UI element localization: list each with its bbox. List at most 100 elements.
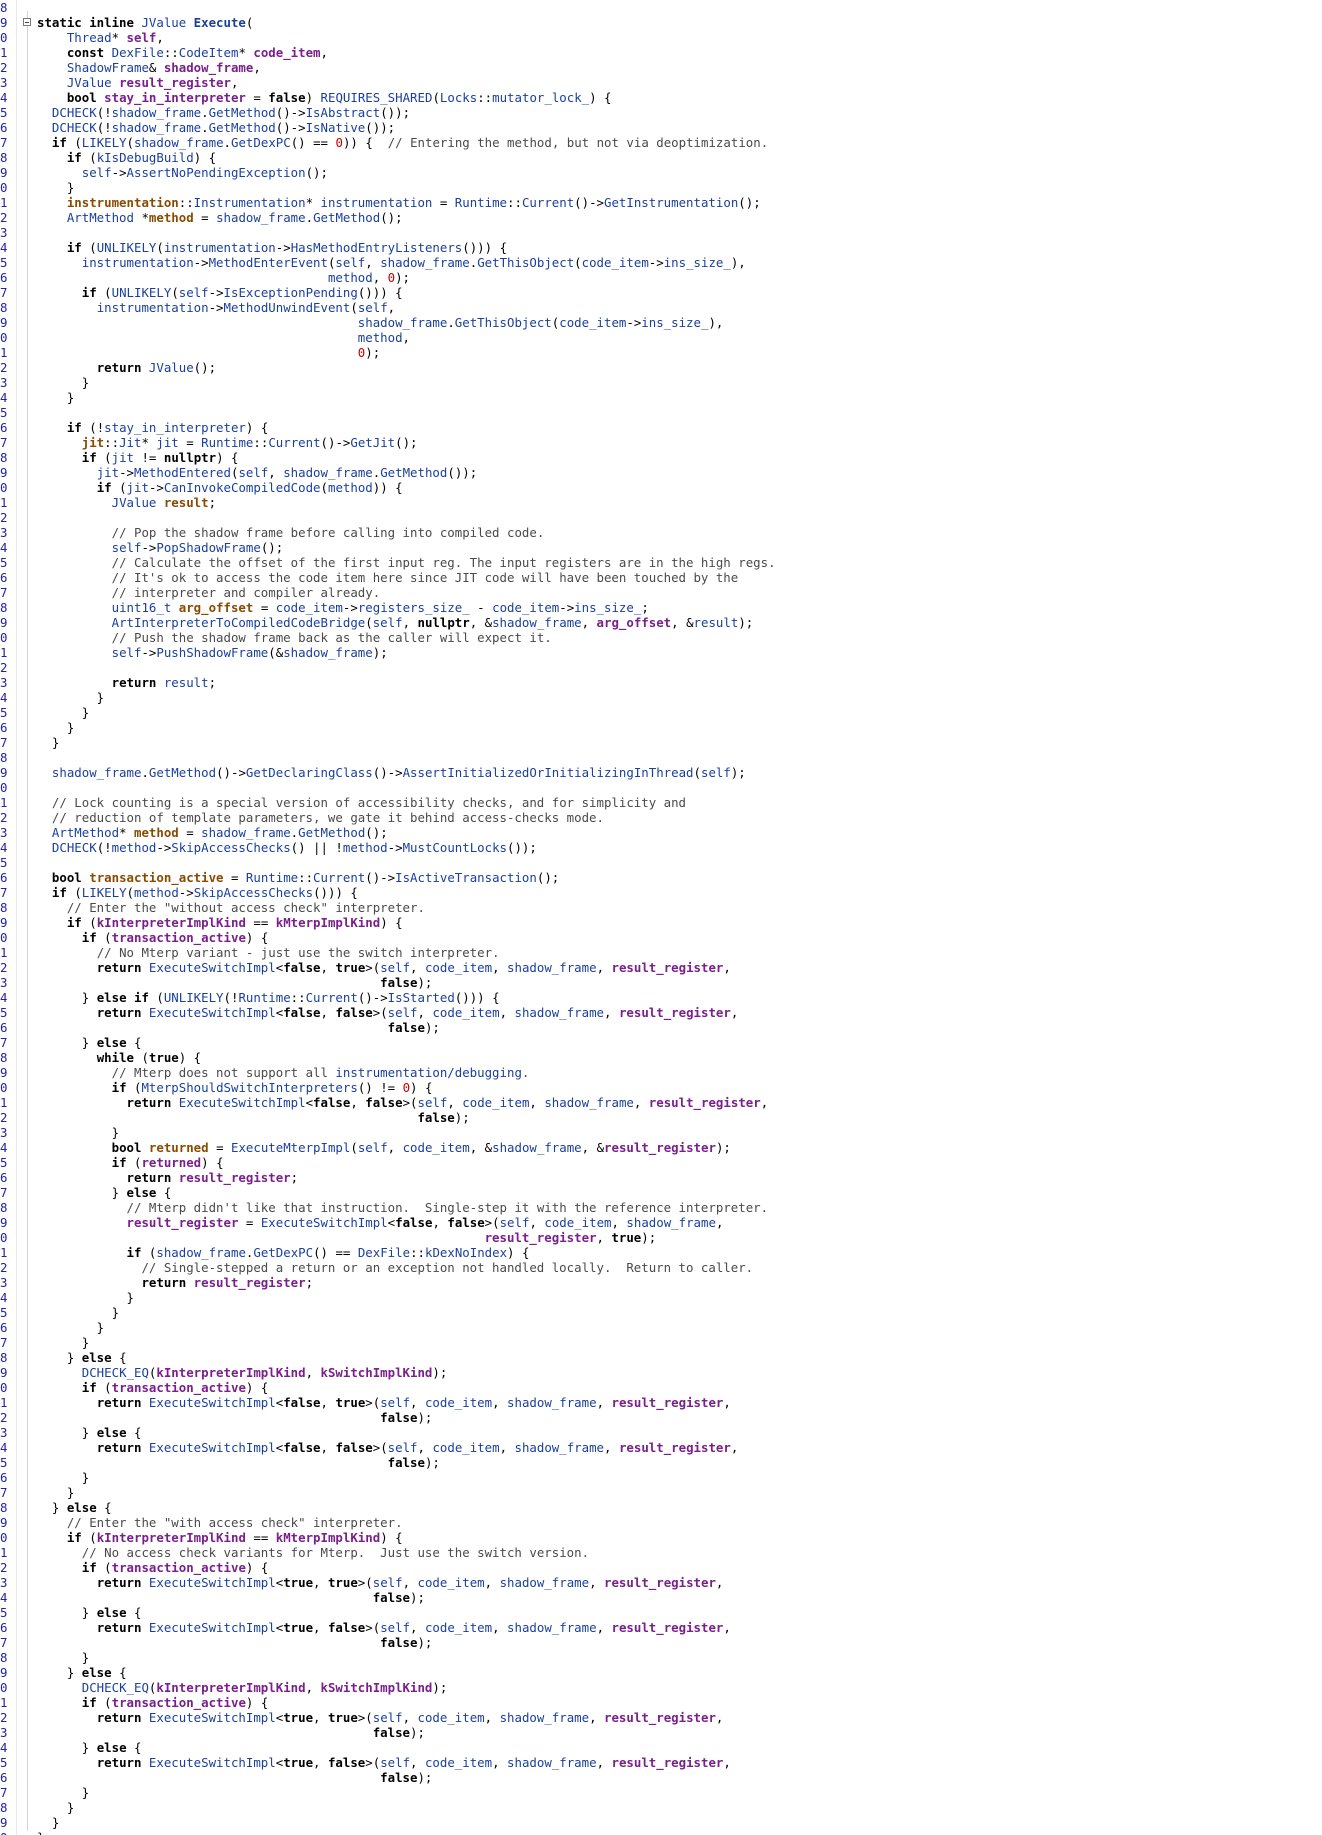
code-token: , <box>484 1575 500 1590</box>
code-token: , <box>715 1710 724 1725</box>
code-text: false); <box>37 1590 425 1605</box>
code-token: >( <box>357 1575 373 1590</box>
code-token: } <box>37 690 105 705</box>
code-token: ); <box>730 765 746 780</box>
line-number: 4 <box>0 990 8 1005</box>
code-token: Current <box>521 195 575 210</box>
code-token: ) { <box>589 90 612 105</box>
line-number: 7 <box>0 1785 8 1800</box>
line-number: 7 <box>0 1185 8 1200</box>
code-token: == <box>245 915 276 930</box>
line-number: 9 <box>0 1365 8 1380</box>
code-token: true <box>611 1230 642 1245</box>
code-text: return ExecuteSwitchImpl<true, true>(sel… <box>37 1575 724 1590</box>
code-text: // It's ok to access the code item here … <box>37 570 739 585</box>
code-token: const <box>66 45 112 60</box>
line-number: 0 <box>0 1830 10 1835</box>
line-number: 4 <box>0 1140 8 1155</box>
code-editor[interactable]: 8 9 static inline JValue Execute(0 Thread*… <box>0 0 1322 1835</box>
line-number: 0 <box>0 1530 8 1545</box>
code-token: false <box>387 1455 425 1470</box>
code-text: return ExecuteSwitchImpl<false, false>(s… <box>37 1005 739 1020</box>
code-token: ShadowFrame <box>66 60 149 75</box>
code-text: } <box>37 1800 74 1815</box>
code-token: if <box>66 1530 90 1545</box>
code-token: . <box>305 210 314 225</box>
line-number: 8 <box>0 600 8 615</box>
code-text: return ExecuteSwitchImpl<true, false>(se… <box>37 1755 731 1770</box>
code-token: JValue <box>111 495 164 510</box>
code-text: JValue result; <box>37 495 216 510</box>
code-token: false <box>327 1755 366 1770</box>
code-token: code_item <box>559 315 627 330</box>
code-token: if <box>51 135 75 150</box>
code-text: false); <box>37 1770 432 1785</box>
line-number: 0 <box>0 30 8 45</box>
line-number: 4 <box>0 1440 8 1455</box>
code-token: ( <box>171 285 179 300</box>
line-number: 9 <box>0 15 8 30</box>
code-token: ()-> <box>275 120 306 135</box>
code-token: true <box>283 1575 314 1590</box>
code-token: , <box>730 1005 739 1020</box>
code-token: (); <box>365 825 388 840</box>
code-token: code_item <box>462 1095 530 1110</box>
code-token: // No Mterp variant - just use the switc… <box>96 945 500 960</box>
code-token: GetMethod <box>380 465 448 480</box>
code-token: result_register <box>193 1275 306 1290</box>
code-token: kInterpreterImplKind <box>96 1530 246 1545</box>
code-token: , <box>313 1755 328 1770</box>
code-token: >( <box>365 1395 381 1410</box>
code-token: ()-> <box>216 765 246 780</box>
line-number: 4 <box>0 540 8 555</box>
code-token: ()-> <box>357 990 388 1005</box>
line-number: 9 <box>0 1815 8 1830</box>
code-token: DCHECK <box>51 105 97 120</box>
code-token: } <box>37 1350 82 1365</box>
code-token: () == <box>313 1245 358 1260</box>
line-number: 0 <box>0 1680 8 1695</box>
code-token: method <box>133 825 179 840</box>
code-token: , <box>596 960 612 975</box>
code-token: :: <box>410 1245 425 1260</box>
code-text: if (returned) { <box>37 1155 224 1170</box>
code-token: ()); <box>447 465 478 480</box>
code-token: { <box>134 1740 142 1755</box>
code-token: method <box>134 885 179 900</box>
code-token: ) { <box>245 420 269 435</box>
code-token: () != <box>357 1080 403 1095</box>
code-token: ( <box>104 1560 112 1575</box>
code-token: } <box>37 1500 67 1515</box>
code-token: return <box>96 1620 149 1635</box>
code-token: result <box>693 615 739 630</box>
code-token: transaction_active <box>111 1560 246 1575</box>
line-number: 0 <box>0 330 8 345</box>
code-text: return result_register; <box>37 1275 313 1290</box>
code-text: } <box>37 1470 89 1485</box>
code-text: result_register = ExecuteSwitchImpl<fals… <box>37 1215 724 1230</box>
line-number: 8 <box>0 150 8 165</box>
code-token: ( <box>245 15 254 30</box>
code-text: } <box>37 1785 89 1800</box>
code-text: if (LIKELY(shadow_frame.GetDexPC() == 0)… <box>37 135 768 150</box>
line-number: 3 <box>0 1425 8 1440</box>
code-token: ); <box>417 1410 433 1425</box>
code-token: false <box>387 1020 425 1035</box>
fold-collapse-icon[interactable] <box>23 18 31 26</box>
code-token: * <box>305 195 321 210</box>
code-text: shadow_frame.GetThisObject(code_item->in… <box>37 315 724 330</box>
code-token: false <box>365 1095 403 1110</box>
code-text: instrumentation->MethodUnwindEvent(self, <box>37 300 395 315</box>
line-number: 0 <box>0 180 8 195</box>
